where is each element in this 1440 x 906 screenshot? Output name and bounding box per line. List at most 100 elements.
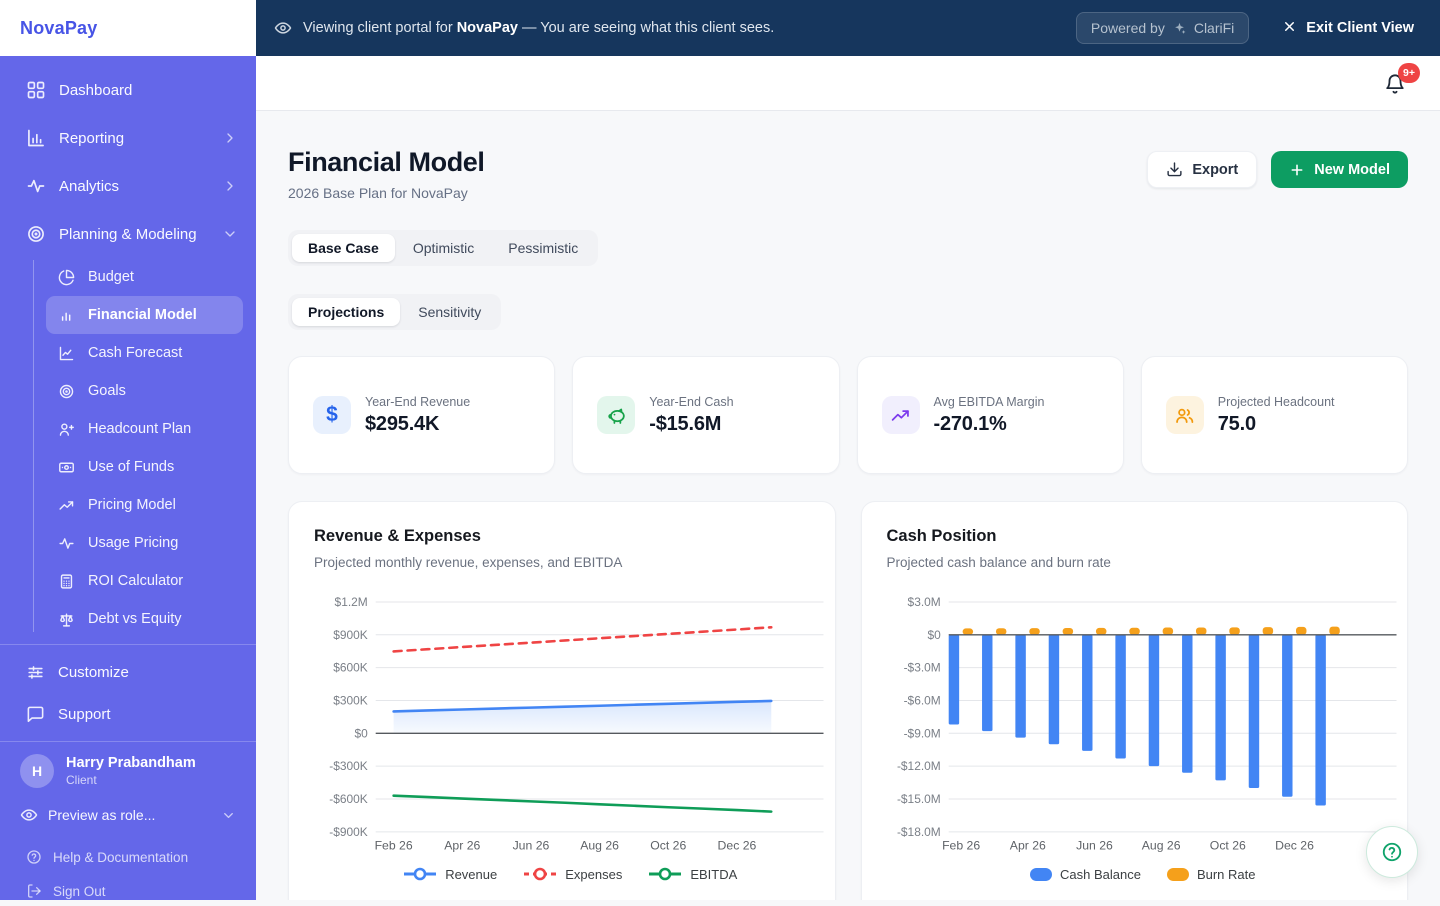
client-view-banner: Viewing client portal for NovaPay — You … <box>256 0 1440 56</box>
tab-sensitivity[interactable]: Sensitivity <box>402 298 497 326</box>
exit-client-view-button[interactable]: Exit Client View <box>1282 19 1414 38</box>
chart-title: Revenue & Expenses <box>314 527 827 546</box>
svg-text:Dec 26: Dec 26 <box>1275 839 1314 853</box>
sidebar-link-help-documentation[interactable]: Help & Documentation <box>20 842 236 872</box>
svg-text:Oct 26: Oct 26 <box>1209 839 1245 853</box>
scale-icon <box>58 611 75 628</box>
pie-icon <box>58 269 75 286</box>
trend-up-icon <box>882 396 920 434</box>
help-circle-icon <box>1381 841 1403 863</box>
sidebar-item-label: Analytics <box>59 178 119 195</box>
sidebar-subitem-cash-forecast[interactable]: Cash Forecast <box>46 334 243 372</box>
app-logo: NovaPay <box>20 18 97 39</box>
chart-subtitle: Projected monthly revenue, expenses, and… <box>314 555 827 570</box>
tab-optimistic[interactable]: Optimistic <box>397 234 490 262</box>
svg-text:-$600K: -$600K <box>329 792 368 806</box>
sidebar-subitem-label: Financial Model <box>88 307 197 323</box>
calculator-icon <box>58 573 75 590</box>
svg-text:Jun 26: Jun 26 <box>513 839 550 853</box>
sidebar-item-label: Customize <box>58 664 129 681</box>
user-profile: H Harry Prabandham Client <box>20 754 236 788</box>
grid-icon <box>26 80 46 100</box>
sidebar-subitem-usage-pricing[interactable]: Usage Pricing <box>46 524 243 562</box>
chevron-down-icon <box>222 226 238 242</box>
tab-base-case[interactable]: Base Case <box>292 234 395 262</box>
svg-text:-$3.0M: -$3.0M <box>903 661 940 675</box>
svg-text:-$15.0M: -$15.0M <box>896 792 940 806</box>
kpi-card-year-end-revenue: $Year-End Revenue$295.4K <box>288 356 555 474</box>
main-content: Financial Model 2026 Base Plan for NovaP… <box>256 111 1440 900</box>
svg-text:$1.2M: $1.2M <box>335 595 368 609</box>
kpi-value: 75.0 <box>1218 413 1335 436</box>
kpi-label: Year-End Cash <box>649 395 733 409</box>
avatar: H <box>20 754 54 788</box>
close-icon <box>1282 19 1297 38</box>
chart-card-cash-position: Cash PositionProjected cash balance and … <box>861 501 1409 900</box>
sidebar-subitem-label: Pricing Model <box>88 497 176 513</box>
svg-text:$600K: $600K <box>333 661 368 675</box>
preview-as-role-label: Preview as role... <box>48 807 155 823</box>
user-role: Client <box>66 773 196 787</box>
sidebar-subitem-pricing-model[interactable]: Pricing Model <box>46 486 243 524</box>
export-button[interactable]: Export <box>1147 151 1257 188</box>
svg-text:Feb 26: Feb 26 <box>375 839 413 853</box>
chevron-right-icon <box>222 130 238 146</box>
svg-text:Aug 26: Aug 26 <box>580 839 619 853</box>
charts-row: Revenue & Expenses Projected monthly reve… <box>288 501 1408 900</box>
powered-by-button[interactable]: Powered by ClariFi <box>1076 12 1249 44</box>
line-chart-icon <box>58 345 75 362</box>
help-button[interactable] <box>1366 826 1418 878</box>
svg-text:Apr 26: Apr 26 <box>1009 839 1045 853</box>
svg-text:Oct 26: Oct 26 <box>650 839 686 853</box>
kpi-card-projected-headcount: Projected Headcount 75.0 <box>1141 356 1408 474</box>
legend-item-revenue: Revenue <box>403 867 497 882</box>
sidebar-subitem-financial-model[interactable]: Financial Model <box>46 296 243 334</box>
sidebar-subitem-budget[interactable]: Budget <box>46 258 243 296</box>
sidebar-item-label: Planning & Modeling <box>59 226 197 243</box>
sidebar-item-support[interactable]: Support <box>0 693 256 735</box>
sidebar-subitem-label: Usage Pricing <box>88 535 178 551</box>
kpi-label: Avg EBITDA Margin <box>934 395 1045 409</box>
sidebar-item-planning-modeling[interactable]: Planning & Modeling <box>0 210 256 258</box>
notifications-button[interactable]: 9+ <box>1384 73 1408 97</box>
sidebar-nav: Dashboard Reporting Analytics Planning & Mo… <box>0 56 256 258</box>
new-model-button[interactable]: New Model <box>1271 151 1408 188</box>
user-plus-icon <box>58 421 75 438</box>
sidebar-subitem-debt-vs-equity[interactable]: Debt vs Equity <box>46 600 243 638</box>
banner-message: Viewing client portal for NovaPay — You … <box>303 20 774 36</box>
kpi-label: Year-End Revenue <box>365 395 470 409</box>
tab-projections[interactable]: Projections <box>292 298 400 326</box>
sidebar-link-label: Help & Documentation <box>53 850 188 865</box>
sidebar-link-sign-out[interactable]: Sign Out <box>20 876 236 906</box>
sidebar-item-analytics[interactable]: Analytics <box>0 162 256 210</box>
kpi-card-avg-ebitda-margin: Avg EBITDA Margin-270.1% <box>857 356 1124 474</box>
sidebar-subitem-label: ROI Calculator <box>88 573 183 589</box>
svg-text:Apr 26: Apr 26 <box>444 839 480 853</box>
revenue-expenses-chart: $1.2M$900K$600K$300K$0-$300K-$600K-$900K… <box>314 590 827 859</box>
sidebar-item-reporting[interactable]: Reporting <box>0 114 256 162</box>
banknote-icon <box>58 459 75 476</box>
sliders-icon <box>26 663 45 682</box>
target-icon <box>58 383 75 400</box>
users-icon <box>1166 396 1204 434</box>
bar-chart-icon <box>26 128 46 148</box>
eye-icon <box>20 806 38 824</box>
kpi-card-year-end-cash: Year-End Cash-$15.6M <box>572 356 839 474</box>
sidebar-subitem-roi-calculator[interactable]: ROI Calculator <box>46 562 243 600</box>
chart-legend: Cash BalanceBurn Rate <box>887 867 1400 882</box>
sidebar-item-label: Dashboard <box>59 82 132 99</box>
kpi-label: Projected Headcount <box>1218 395 1335 409</box>
sidebar-subitem-goals[interactable]: Goals <box>46 372 243 410</box>
svg-text:Dec 26: Dec 26 <box>718 839 757 853</box>
sidebar-subitem-label: Headcount Plan <box>88 421 191 437</box>
sidebar-subitem-use-of-funds[interactable]: Use of Funds <box>46 448 243 486</box>
sidebar-item-customize[interactable]: Customize <box>0 651 256 693</box>
tab-pessimistic[interactable]: Pessimistic <box>492 234 594 262</box>
sidebar-item-dashboard[interactable]: Dashboard <box>0 66 256 114</box>
banner-client-name: NovaPay <box>457 20 518 36</box>
chart-legend: RevenueExpensesEBITDA <box>314 867 827 882</box>
activity-icon <box>58 535 75 552</box>
preview-as-role-select[interactable]: Preview as role... <box>20 806 236 824</box>
sidebar-subitem-headcount-plan[interactable]: Headcount Plan <box>46 410 243 448</box>
kpi-value: $295.4K <box>365 413 470 436</box>
